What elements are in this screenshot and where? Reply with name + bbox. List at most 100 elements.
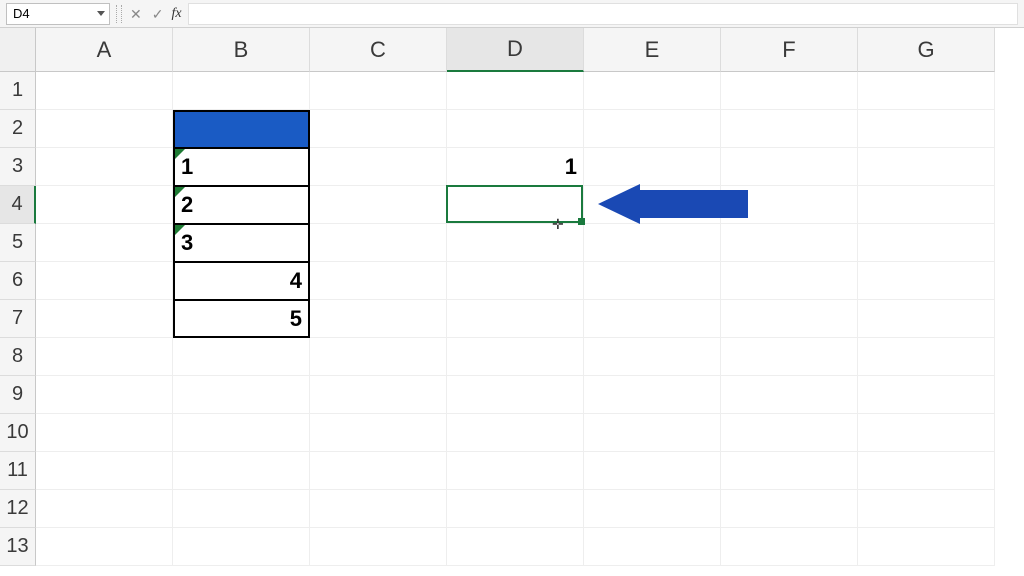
cell-B6[interactable]: 4	[173, 262, 310, 300]
fx-icon[interactable]: fx	[171, 6, 181, 22]
cell-G4[interactable]	[858, 186, 995, 224]
cell-A10[interactable]	[36, 414, 173, 452]
cell-G2[interactable]	[858, 110, 995, 148]
cell-D10[interactable]	[447, 414, 584, 452]
col-header-E[interactable]: E	[584, 28, 721, 72]
cell-A12[interactable]	[36, 490, 173, 528]
cell-E6[interactable]	[584, 262, 721, 300]
cell-E9[interactable]	[584, 376, 721, 414]
row-header-8[interactable]: 8	[0, 338, 36, 376]
cell-B11[interactable]	[173, 452, 310, 490]
cell-E11[interactable]	[584, 452, 721, 490]
cell-C4[interactable]	[310, 186, 447, 224]
cell-C7[interactable]	[310, 300, 447, 338]
cell-F12[interactable]	[721, 490, 858, 528]
cell-G11[interactable]	[858, 452, 995, 490]
row-header-5[interactable]: 5	[0, 224, 36, 262]
cell-G1[interactable]	[858, 72, 995, 110]
cell-G13[interactable]	[858, 528, 995, 566]
cell-C13[interactable]	[310, 528, 447, 566]
cell-B3[interactable]: 1	[173, 148, 310, 186]
cell-E8[interactable]	[584, 338, 721, 376]
cell-F2[interactable]	[721, 110, 858, 148]
cell-D12[interactable]	[447, 490, 584, 528]
cell-B1[interactable]	[173, 72, 310, 110]
row-header-2[interactable]: 2	[0, 110, 36, 148]
row-header-11[interactable]: 11	[0, 452, 36, 490]
chevron-down-icon[interactable]	[97, 11, 105, 16]
cell-F1[interactable]	[721, 72, 858, 110]
cell-B10[interactable]	[173, 414, 310, 452]
cell-B13[interactable]	[173, 528, 310, 566]
cell-D3[interactable]: 1	[447, 148, 584, 186]
cell-D8[interactable]	[447, 338, 584, 376]
cell-G9[interactable]	[858, 376, 995, 414]
cell-D7[interactable]	[447, 300, 584, 338]
cell-A4[interactable]	[36, 186, 173, 224]
cell-E12[interactable]	[584, 490, 721, 528]
cell-A8[interactable]	[36, 338, 173, 376]
cell-A9[interactable]	[36, 376, 173, 414]
cell-C1[interactable]	[310, 72, 447, 110]
cell-D6[interactable]	[447, 262, 584, 300]
cell-E10[interactable]	[584, 414, 721, 452]
cell-C11[interactable]	[310, 452, 447, 490]
cancel-icon[interactable]: ✕	[128, 7, 144, 21]
cell-F8[interactable]	[721, 338, 858, 376]
cell-D1[interactable]	[447, 72, 584, 110]
cell-F10[interactable]	[721, 414, 858, 452]
cell-D5[interactable]	[447, 224, 584, 262]
cell-G3[interactable]	[858, 148, 995, 186]
cell-F6[interactable]	[721, 262, 858, 300]
cell-F13[interactable]	[721, 528, 858, 566]
cell-G5[interactable]	[858, 224, 995, 262]
cell-D11[interactable]	[447, 452, 584, 490]
cell-B8[interactable]	[173, 338, 310, 376]
row-header-12[interactable]: 12	[0, 490, 36, 528]
cell-G8[interactable]	[858, 338, 995, 376]
row-header-1[interactable]: 1	[0, 72, 36, 110]
cell-E7[interactable]	[584, 300, 721, 338]
cell-F5[interactable]	[721, 224, 858, 262]
col-header-A[interactable]: A	[36, 28, 173, 72]
select-all-corner[interactable]	[0, 28, 36, 72]
cell-E4[interactable]	[584, 186, 721, 224]
cell-C3[interactable]	[310, 148, 447, 186]
cell-C5[interactable]	[310, 224, 447, 262]
cell-E13[interactable]	[584, 528, 721, 566]
row-header-10[interactable]: 10	[0, 414, 36, 452]
cell-A1[interactable]	[36, 72, 173, 110]
cell-B12[interactable]	[173, 490, 310, 528]
row-header-6[interactable]: 6	[0, 262, 36, 300]
cell-D2[interactable]	[447, 110, 584, 148]
cell-A5[interactable]	[36, 224, 173, 262]
cell-C10[interactable]	[310, 414, 447, 452]
enter-icon[interactable]: ✓	[150, 7, 166, 21]
cell-C6[interactable]	[310, 262, 447, 300]
col-header-D[interactable]: D	[447, 28, 584, 72]
cell-B2[interactable]	[173, 110, 310, 148]
cell-A3[interactable]	[36, 148, 173, 186]
cell-F3[interactable]	[721, 148, 858, 186]
cell-F4[interactable]	[721, 186, 858, 224]
cell-B7[interactable]: 5	[173, 300, 310, 338]
cell-A2[interactable]	[36, 110, 173, 148]
cell-C8[interactable]	[310, 338, 447, 376]
cell-F7[interactable]	[721, 300, 858, 338]
formula-input[interactable]	[188, 3, 1018, 25]
cell-A6[interactable]	[36, 262, 173, 300]
cell-G10[interactable]	[858, 414, 995, 452]
cell-C12[interactable]	[310, 490, 447, 528]
cell-E5[interactable]	[584, 224, 721, 262]
col-header-B[interactable]: B	[173, 28, 310, 72]
row-header-9[interactable]: 9	[0, 376, 36, 414]
col-header-F[interactable]: F	[721, 28, 858, 72]
row-header-7[interactable]: 7	[0, 300, 36, 338]
cell-B4[interactable]: 2	[173, 186, 310, 224]
col-header-G[interactable]: G	[858, 28, 995, 72]
cell-E3[interactable]	[584, 148, 721, 186]
cell-B5[interactable]: 3	[173, 224, 310, 262]
row-header-3[interactable]: 3	[0, 148, 36, 186]
cell-D13[interactable]	[447, 528, 584, 566]
cell-G12[interactable]	[858, 490, 995, 528]
